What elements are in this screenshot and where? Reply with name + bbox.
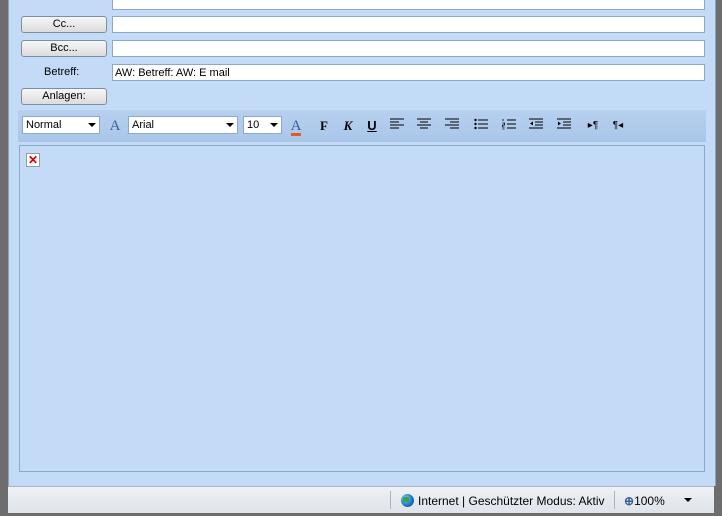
ltr-paragraph-icon[interactable]: ▸¶ [583,116,603,136]
font-select[interactable]: Arial [128,116,238,134]
security-zone[interactable]: Internet | Geschützter Modus: Aktiv [401,494,605,508]
zoom-icon: ⊕ [624,494,635,508]
chevron-down-icon[interactable] [684,498,692,502]
to-field[interactable] [112,0,705,10]
chevron-down-icon [88,123,96,127]
cc-button[interactable]: Cc... [21,16,107,33]
bcc-field[interactable] [112,40,705,57]
chevron-down-icon [270,123,278,127]
rtl-paragraph-icon[interactable]: ¶◂ [608,116,628,136]
bullet-list-icon[interactable] [471,116,491,136]
decrease-indent-icon[interactable] [526,116,546,136]
font-icon: A [109,118,121,134]
formatting-toolbar: Normal A Arial 10 A F K U ▸¶ ¶◂ [18,109,706,142]
align-right-icon[interactable] [442,116,462,136]
attachments-button[interactable]: Anlagen: [21,88,107,105]
compose-window: Cc... Bcc... Betreff: AW: Betreff: AW: E… [8,0,716,486]
align-left-icon[interactable] [387,116,407,136]
zoom-control[interactable]: ⊕100% [624,494,665,508]
subject-field[interactable]: AW: Betreff: AW: E mail [112,64,705,81]
status-divider [390,491,391,509]
align-center-icon[interactable] [414,116,434,136]
numbered-list-icon[interactable] [499,116,519,136]
bcc-button[interactable]: Bcc... [21,40,107,57]
size-select-value: 10 [247,119,260,131]
zoom-label: 100% [634,494,665,508]
size-select[interactable]: 10 [243,116,282,134]
broken-image-icon: ✕ [26,153,40,167]
italic-icon[interactable]: K [338,116,358,136]
font-select-value: Arial [132,119,155,131]
subject-label: Betreff: [44,66,80,78]
bold-icon[interactable]: F [314,116,334,136]
cc-field[interactable] [112,16,705,33]
chevron-down-icon [226,123,234,127]
status-divider [614,491,615,509]
style-select-value: Normal [26,119,62,131]
security-zone-label: Internet | Geschützter Modus: Aktiv [418,494,605,508]
status-bar: Internet | Geschützter Modus: Aktiv ⊕100… [8,486,714,513]
font-color-icon[interactable]: A [286,116,306,136]
underline-icon[interactable]: U [362,116,382,136]
message-body-editor[interactable]: ✕ [19,145,705,472]
style-select[interactable]: Normal [22,116,100,134]
globe-icon [401,494,414,507]
increase-indent-icon[interactable] [554,116,574,136]
